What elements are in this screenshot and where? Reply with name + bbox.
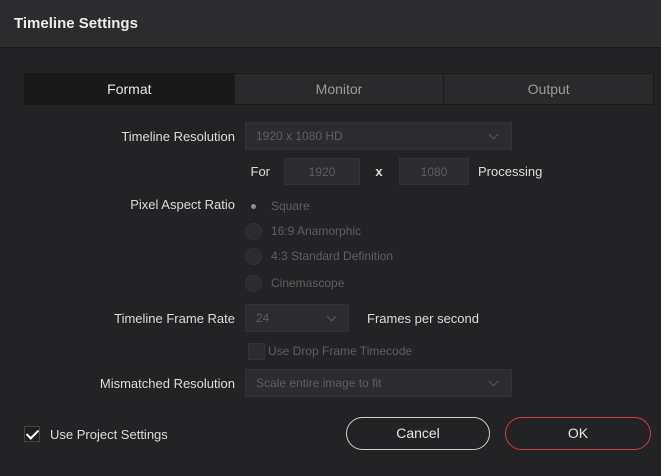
dialog-title: Timeline Settings	[14, 15, 138, 32]
for-label: For	[250, 164, 271, 179]
tab-monitor[interactable]: Monitor	[233, 74, 444, 104]
use-project-settings-checkbox[interactable]	[24, 426, 40, 442]
title-bar: Timeline Settings	[0, 0, 661, 48]
radio-button-selected	[245, 198, 262, 215]
processing-label: Processing	[478, 164, 543, 179]
tab-format[interactable]: Format	[25, 74, 234, 104]
drop-frame-label: Use Drop Frame Timecode	[268, 344, 413, 358]
chevron-down-icon	[326, 311, 337, 322]
resolution-width-input[interactable]: 1920	[284, 158, 360, 185]
frame-rate-select[interactable]: 24	[245, 304, 349, 332]
radio-square-label: Square	[271, 199, 310, 213]
mismatched-resolution-value: Scale entire image to fit	[256, 376, 382, 390]
radio-button	[245, 223, 262, 240]
checkmark-icon	[25, 426, 40, 440]
radio-16-9-anamorphic-label: 16:9 Anamorphic	[271, 224, 362, 238]
use-project-settings-label: Use Project Settings	[50, 427, 168, 442]
chevron-down-icon	[488, 129, 499, 140]
drop-frame-checkbox[interactable]	[248, 343, 265, 360]
settings-tabs: Format Monitor Output	[24, 73, 654, 105]
radio-cinemascope-label: Cinemascope	[271, 276, 345, 290]
x-separator: x	[375, 164, 383, 179]
frame-rate-value: 24	[256, 311, 270, 325]
pixel-aspect-ratio-label: Pixel Aspect Ratio	[130, 197, 235, 212]
timeline-resolution-label: Timeline Resolution	[121, 129, 235, 144]
frames-per-second-label: Frames per second	[367, 311, 479, 326]
timeline-frame-rate-label: Timeline Frame Rate	[114, 311, 235, 326]
timeline-resolution-select[interactable]: 1920 x 1080 HD	[245, 122, 512, 150]
timeline-settings-dialog: Timeline Settings Format Monitor Output …	[0, 0, 661, 476]
timeline-resolution-value: 1920 x 1080 HD	[256, 129, 343, 143]
resolution-height-input[interactable]: 1080	[399, 158, 469, 185]
radio-button	[245, 248, 262, 265]
chevron-down-icon	[488, 376, 499, 387]
ok-button[interactable]: OK	[505, 417, 651, 450]
radio-4-3-standard-definition-label: 4:3 Standard Definition	[271, 249, 394, 263]
mismatched-resolution-select[interactable]: Scale entire image to fit	[245, 369, 512, 397]
tab-output[interactable]: Output	[443, 74, 653, 104]
radio-button	[245, 275, 262, 292]
mismatched-resolution-label: Mismatched Resolution	[99, 376, 235, 391]
cancel-button[interactable]: Cancel	[346, 417, 490, 450]
